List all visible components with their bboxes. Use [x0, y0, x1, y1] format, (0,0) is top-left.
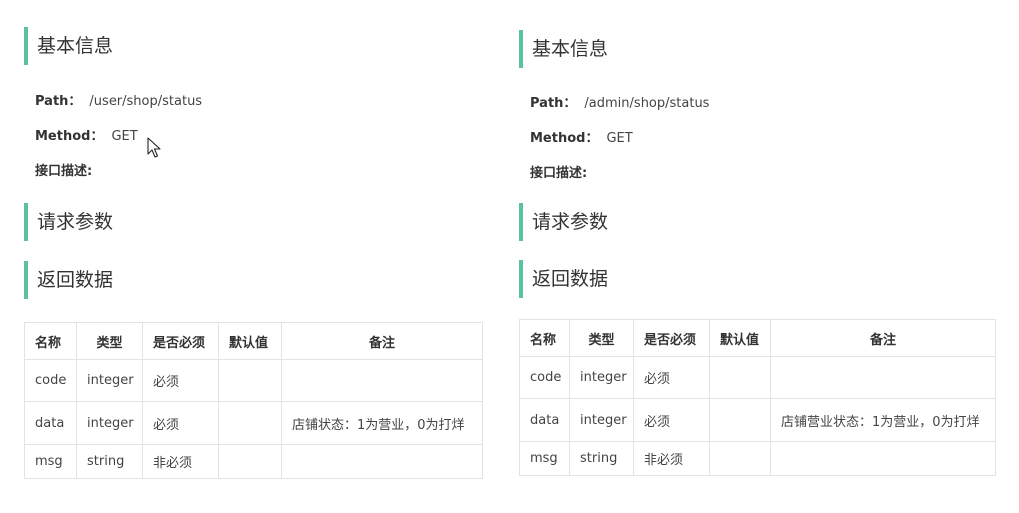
cell-remark: [281, 444, 483, 479]
table-header-row: 名称 类型 是否必须 默认值 备注: [24, 322, 483, 360]
response-data-heading: 返回数据: [24, 261, 324, 299]
cell-type: integer: [76, 359, 143, 402]
response-data-heading: 返回数据: [519, 260, 819, 298]
cell-required: 必须: [142, 401, 219, 445]
table-row: code integer 必须: [519, 356, 996, 399]
cell-type: integer: [569, 356, 634, 399]
cell-name: data: [24, 401, 77, 445]
cell-required: 非必须: [633, 441, 710, 476]
cell-default: [709, 356, 771, 399]
cell-name: data: [519, 398, 570, 442]
description-field: 接口描述:: [35, 160, 92, 179]
header-required: 是否必须: [633, 319, 710, 357]
cell-name: msg: [24, 444, 77, 479]
path-field: Path： /user/shop/status: [35, 90, 202, 109]
header-type: 类型: [569, 319, 634, 357]
cell-remark: 店铺营业状态：1为营业，0为打烊: [770, 398, 996, 442]
path-value: /admin/shop/status: [584, 96, 710, 111]
cell-remark: [770, 441, 996, 476]
cell-required: 非必须: [142, 444, 219, 479]
cell-default: [709, 398, 771, 442]
basic-info-heading: 基本信息: [519, 30, 819, 68]
response-table: 名称 类型 是否必须 默认值 备注 code integer 必须 data i…: [519, 319, 996, 476]
description-label: 接口描述:: [530, 166, 588, 181]
path-label: Path：: [35, 94, 82, 109]
header-default: 默认值: [218, 322, 282, 360]
path-field: Path： /admin/shop/status: [530, 92, 709, 111]
response-table: 名称 类型 是否必须 默认值 备注 code integer 必须 data i…: [24, 322, 483, 479]
cell-remark: [281, 359, 483, 402]
path-label: Path：: [530, 96, 577, 111]
mouse-pointer-icon: [147, 137, 161, 158]
method-field: Method： GET: [530, 127, 633, 146]
description-field: 接口描述:: [530, 162, 587, 181]
header-remark: 备注: [281, 322, 483, 360]
request-params-heading: 请求参数: [24, 203, 324, 241]
header-remark: 备注: [770, 319, 996, 357]
header-required: 是否必须: [142, 322, 219, 360]
cell-required: 必须: [142, 359, 219, 402]
table-row: msg string 非必须: [519, 441, 996, 476]
header-name: 名称: [24, 322, 77, 360]
cell-type: string: [569, 441, 634, 476]
table-row: code integer 必须: [24, 359, 483, 402]
cell-type: integer: [569, 398, 634, 442]
method-value: GET: [111, 129, 138, 144]
header-name: 名称: [519, 319, 570, 357]
cell-name: code: [519, 356, 570, 399]
request-params-heading: 请求参数: [519, 203, 819, 241]
basic-info-heading: 基本信息: [24, 27, 324, 65]
method-label: Method：: [530, 131, 599, 146]
cell-default: [218, 359, 282, 402]
method-field: Method： GET: [35, 125, 138, 144]
cell-required: 必须: [633, 398, 710, 442]
header-type: 类型: [76, 322, 143, 360]
cell-type: string: [76, 444, 143, 479]
table-header-row: 名称 类型 是否必须 默认值 备注: [519, 319, 996, 357]
cell-type: integer: [76, 401, 143, 445]
table-row: data integer 必须 店铺营业状态：1为营业，0为打烊: [519, 398, 996, 442]
cell-required: 必须: [633, 356, 710, 399]
method-value: GET: [606, 131, 633, 146]
cell-remark: 店铺状态：1为营业，0为打烊: [281, 401, 483, 445]
table-row: data integer 必须 店铺状态：1为营业，0为打烊: [24, 401, 483, 445]
method-label: Method：: [35, 129, 104, 144]
path-value: /user/shop/status: [89, 94, 203, 109]
table-row: msg string 非必须: [24, 444, 483, 479]
cell-default: [218, 401, 282, 445]
cell-remark: [770, 356, 996, 399]
cell-name: code: [24, 359, 77, 402]
cell-default: [218, 444, 282, 479]
cell-default: [709, 441, 771, 476]
description-label: 接口描述:: [35, 164, 93, 179]
cell-name: msg: [519, 441, 570, 476]
header-default: 默认值: [709, 319, 771, 357]
